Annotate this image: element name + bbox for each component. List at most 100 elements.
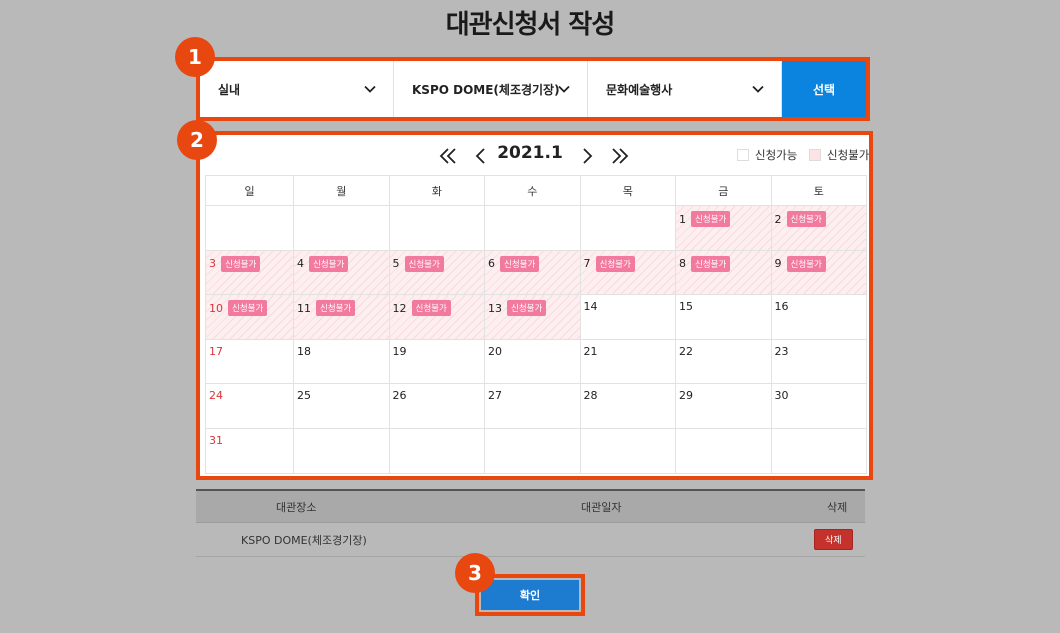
chevron-down-icon — [364, 85, 376, 93]
day-cell[interactable]: 21 — [579, 338, 676, 385]
blocked-day-cell[interactable]: 9 신청불가 — [770, 249, 867, 296]
day-cell[interactable]: 30 — [770, 383, 867, 429]
weekday-header: 수 — [484, 175, 581, 206]
header-delete: 삭제 — [827, 500, 848, 514]
day-cell[interactable]: 23 — [770, 338, 867, 385]
next-month-button[interactable] — [572, 141, 602, 171]
category-value: 실내 — [218, 82, 241, 97]
day-cell[interactable]: 27 — [484, 383, 581, 429]
day-cell[interactable]: 19 — [388, 338, 485, 385]
unavailable-tag: 신청불가 — [411, 300, 451, 317]
blocked-day-cell[interactable]: 12 신청불가 — [388, 294, 485, 340]
day-number: 13 — [488, 301, 502, 315]
unavailable-tag: 신청불가 — [507, 300, 547, 317]
empty-day-cell — [770, 427, 867, 474]
venue-dropdown[interactable]: KSPO DOME(체조경기장) — [394, 61, 588, 117]
weekday-header: 화 — [388, 175, 485, 206]
unavailable-tag: 신청불가 — [786, 211, 826, 227]
day-cell[interactable]: 24 — [205, 383, 294, 429]
unavailable-tag: 신청불가 — [404, 255, 444, 272]
delete-button[interactable]: 삭제 — [814, 529, 853, 550]
day-number: 30 — [774, 389, 789, 403]
empty-day-cell — [579, 427, 676, 474]
chevron-left-icon — [475, 148, 485, 164]
day-cell[interactable]: 15 — [675, 294, 772, 340]
unavailable-tag: 신청불가 — [316, 300, 356, 317]
empty-day-cell — [293, 427, 390, 474]
unavailable-tag: 신청불가 — [595, 255, 635, 272]
blocked-day-cell[interactable]: 4 신청불가 — [293, 249, 390, 296]
blocked-day-cell[interactable]: 6 신청불가 — [484, 249, 581, 296]
empty-day-cell — [484, 205, 581, 251]
list-row: KSPO DOME(체조경기장) 삭제 — [196, 523, 865, 557]
chevron-down-icon — [558, 85, 570, 93]
weekday-row: 일월화수목금토 — [205, 175, 867, 206]
day-cell[interactable]: 16 — [770, 294, 867, 340]
calendar-header: 2021.1 신청가능 신청불가 — [200, 135, 869, 175]
day-cell[interactable]: 28 — [579, 383, 676, 429]
blocked-day-cell[interactable]: 7 신청불가 — [579, 249, 676, 296]
blocked-day-cell[interactable]: 3 신청불가 — [205, 249, 294, 296]
confirm-button[interactable]: 확인 — [481, 580, 579, 610]
day-number: 16 — [774, 300, 789, 314]
step-badge-3: 3 — [455, 553, 495, 593]
day-number: 2 — [774, 212, 782, 226]
weekday-header: 목 — [579, 175, 676, 206]
blocked-day-cell[interactable]: 1 신청불가 — [675, 205, 772, 251]
day-cell[interactable]: 31 — [205, 427, 294, 474]
blocked-day-cell[interactable]: 5 신청불가 — [388, 249, 485, 296]
legend-unavailable-label: 신청불가 — [827, 148, 870, 162]
day-cell[interactable]: 17 — [205, 338, 294, 385]
row-venue: KSPO DOME(체조경기장) — [241, 533, 367, 547]
blocked-day-cell[interactable]: 10 신청불가 — [205, 294, 294, 340]
empty-day-cell — [388, 205, 485, 251]
day-number: 4 — [297, 257, 304, 271]
weekday-header: 일 — [205, 175, 294, 206]
empty-day-cell — [675, 427, 772, 474]
step-badge-2: 2 — [177, 120, 217, 160]
day-cell[interactable]: 14 — [579, 294, 676, 340]
step-badge-1: 1 — [175, 37, 215, 77]
month-label: 2021.1 — [497, 143, 563, 163]
day-cell[interactable]: 29 — [675, 383, 772, 429]
calendar-week-row: 1 신청불가 2 신청불가 — [205, 205, 867, 251]
next-year-button[interactable] — [605, 141, 635, 171]
blocked-day-cell[interactable]: 13 신청불가 — [484, 294, 581, 340]
day-number: 28 — [583, 389, 598, 403]
category-dropdown[interactable]: 실내 — [200, 61, 394, 117]
blocked-day-cell[interactable]: 8 신청불가 — [675, 249, 772, 296]
blocked-day-cell[interactable]: 2 신청불가 — [770, 205, 867, 251]
blocked-day-cell[interactable]: 11 신청불가 — [293, 294, 390, 340]
unavailable-tag: 신청불가 — [691, 211, 731, 227]
select-button[interactable]: 선택 — [782, 61, 866, 117]
header-venue: 대관장소 — [276, 500, 317, 514]
calendar-week-row: 10 신청불가 11 신청불가 12 신청불가 13 신청불가 14 15 16 — [205, 294, 867, 340]
legend-available: 신청가능 — [737, 147, 797, 163]
day-number: 31 — [209, 433, 223, 447]
day-cell[interactable]: 22 — [675, 338, 772, 385]
day-cell[interactable]: 26 — [388, 383, 485, 429]
double-chevron-left-icon — [439, 148, 456, 164]
day-number: 18 — [297, 344, 311, 358]
legend-swatch-unavailable — [809, 149, 821, 161]
day-number: 9 — [774, 257, 782, 271]
calendar-section: 2021.1 신청가능 신청불가 일월화수목금토 1 신청불가 2 신청불가 3 신청불가… — [196, 131, 873, 480]
day-number: 21 — [583, 344, 598, 358]
double-chevron-right-icon — [612, 148, 629, 164]
list-header: 대관장소 대관일자 삭제 — [196, 491, 865, 523]
day-number: 25 — [297, 389, 311, 403]
unavailable-tag: 신청불가 — [228, 300, 268, 317]
prev-year-button[interactable] — [433, 141, 463, 171]
day-number: 26 — [392, 389, 407, 403]
day-number: 11 — [297, 301, 311, 315]
chevron-right-icon — [583, 148, 593, 164]
unavailable-tag: 신청불가 — [221, 255, 261, 272]
unavailable-tag: 신청불가 — [786, 255, 826, 272]
event-type-dropdown[interactable]: 문화예술행사 — [588, 61, 782, 117]
empty-day-cell — [579, 205, 676, 251]
day-cell[interactable]: 25 — [293, 383, 390, 429]
weekday-header: 금 — [675, 175, 772, 206]
day-cell[interactable]: 18 — [293, 338, 390, 385]
unavailable-tag: 신청불가 — [500, 255, 540, 272]
day-cell[interactable]: 20 — [484, 338, 581, 385]
